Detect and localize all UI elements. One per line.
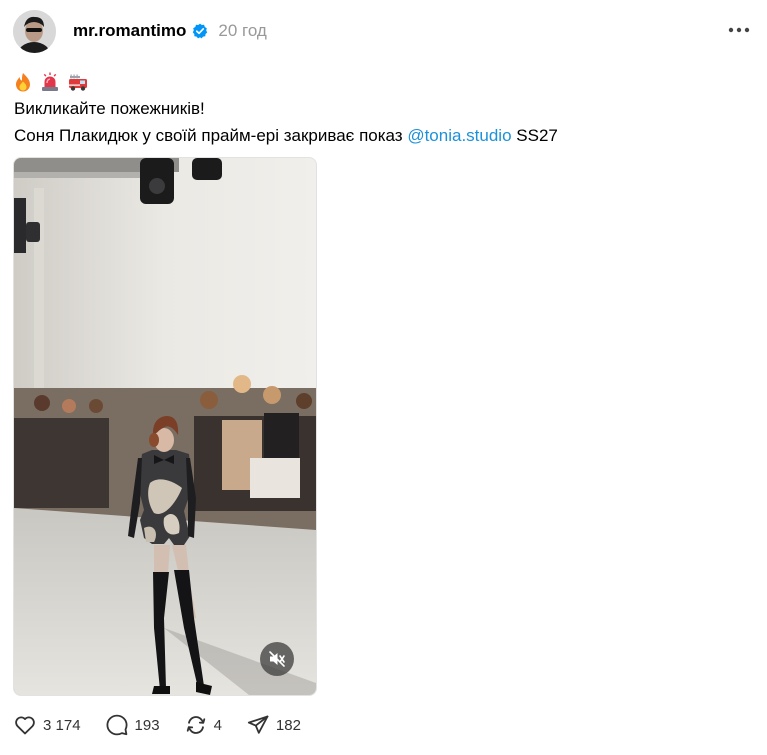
more-icon [728,27,750,33]
share-icon [246,713,270,737]
mute-icon [269,651,285,667]
fire-engine-emoji [68,72,87,92]
avatar-image [13,10,56,53]
post-time[interactable]: 20 год [218,21,266,41]
like-button[interactable]: 3 174 [13,713,81,737]
heart-icon [13,713,37,737]
username[interactable]: mr.romantimo [73,21,186,41]
more-options-button[interactable] [727,20,751,40]
fire-emoji [14,72,32,92]
post-text-suffix: SS27 [516,126,558,145]
verified-icon [192,23,208,39]
share-count: 182 [275,716,301,734]
rotating-light-emoji [41,72,59,92]
reply-count: 193 [134,716,160,734]
post-text-line2: Соня Плакидюк у своїй прайм-ері закриває… [14,126,558,146]
reply-button[interactable]: 193 [105,713,160,737]
comment-icon [105,713,129,737]
repost-icon [184,713,208,737]
mention-link[interactable]: @tonia.studio [407,126,511,145]
post-video[interactable] [13,157,317,696]
video-frame [14,158,316,695]
post-actions: 3 174 193 4 182 [13,712,325,738]
post-header: mr.romantimo 20 год [73,19,267,43]
post-text-prefix: Соня Плакидюк у своїй прайм-ері закриває… [14,126,403,145]
like-count: 3 174 [43,716,81,734]
emoji-line [14,70,87,94]
mute-button[interactable] [260,642,294,676]
repost-button[interactable]: 4 [184,713,222,737]
post-text-line1: Викликайте пожежників! [14,99,205,118]
avatar[interactable] [13,10,56,53]
repost-count: 4 [213,716,222,734]
share-button[interactable]: 182 [246,713,301,737]
